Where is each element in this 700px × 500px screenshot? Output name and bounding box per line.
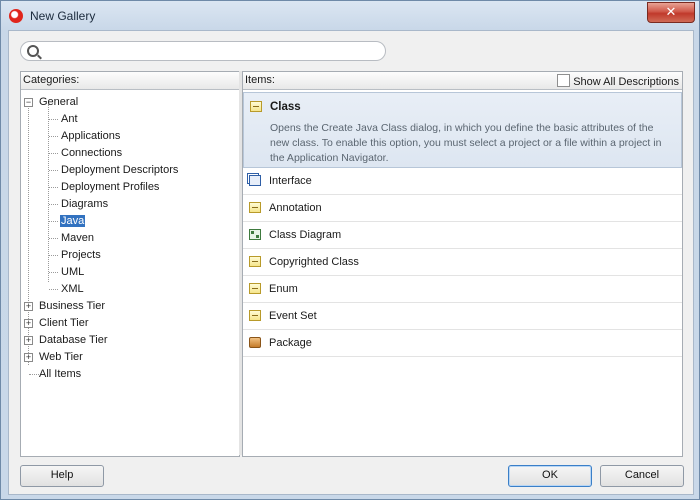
expand-icon[interactable]: + xyxy=(24,336,33,345)
tree-label: Deployment Descriptors xyxy=(61,164,179,176)
tree-label: General xyxy=(39,96,79,108)
class-diagram-icon xyxy=(249,229,261,240)
class-icon xyxy=(249,310,261,321)
item-label: Class Diagram xyxy=(269,229,342,241)
new-gallery-dialog: New Gallery ✕ Categories: − General Ant … xyxy=(0,0,700,500)
search-icon xyxy=(27,45,39,57)
categories-header: Categories: xyxy=(21,72,239,90)
package-icon xyxy=(249,337,261,348)
item-label: Annotation xyxy=(269,202,322,214)
tree-node-business-tier[interactable]: + Business Tier xyxy=(24,298,105,314)
collapse-icon[interactable]: − xyxy=(24,98,33,107)
item-interface[interactable]: Interface xyxy=(243,168,682,195)
item-package[interactable]: Package xyxy=(243,330,682,357)
tree-node-connections[interactable]: Connections xyxy=(49,145,122,161)
tree-label: All Items xyxy=(39,368,82,380)
expand-icon[interactable]: + xyxy=(24,302,33,311)
item-annotation[interactable]: Annotation xyxy=(243,195,682,222)
tree-node-xml[interactable]: XML xyxy=(49,281,84,297)
oracle-app-icon xyxy=(9,9,23,23)
tree-node-java[interactable]: Java xyxy=(49,213,86,229)
window-title: New Gallery xyxy=(30,9,96,23)
items-header: Items: Show All Descriptions xyxy=(243,72,682,90)
tree-node-maven[interactable]: Maven xyxy=(49,230,94,246)
item-class-selected[interactable]: Class Opens the Create Java Class dialog… xyxy=(243,92,682,168)
item-enum[interactable]: Enum xyxy=(243,276,682,303)
title-bar: New Gallery ✕ xyxy=(1,1,699,31)
item-class-diagram[interactable]: Class Diagram xyxy=(243,222,682,249)
class-icon xyxy=(249,202,261,213)
tree-node-all-items[interactable]: All Items xyxy=(24,366,81,382)
tree-node-web-tier[interactable]: + Web Tier xyxy=(24,349,83,365)
expand-icon[interactable]: + xyxy=(24,319,33,328)
tree-label: XML xyxy=(61,283,84,295)
item-description: Opens the Create Java Class dialog, in w… xyxy=(270,122,662,164)
tree-label: Database Tier xyxy=(39,334,108,346)
interface-icon xyxy=(249,175,261,186)
tree-node-projects[interactable]: Projects xyxy=(49,247,101,263)
tree-label: Deployment Profiles xyxy=(61,181,160,193)
categories-panel: Categories: − General Ant Applications C… xyxy=(20,71,240,457)
tree-node-uml[interactable]: UML xyxy=(49,264,84,280)
tree-node-deployment-descriptors[interactable]: Deployment Descriptors xyxy=(49,162,178,178)
item-label: Enum xyxy=(269,283,298,295)
ok-button[interactable]: OK xyxy=(508,465,592,487)
tree-label: Maven xyxy=(61,232,95,244)
items-panel: Items: Show All Descriptions Class Opens… xyxy=(242,71,683,457)
tree-node-database-tier[interactable]: + Database Tier xyxy=(24,332,107,348)
tree-label: Business Tier xyxy=(39,300,106,312)
tree-label: Web Tier xyxy=(39,351,83,363)
tree-label: Diagrams xyxy=(61,198,109,210)
close-button[interactable]: ✕ xyxy=(647,2,695,23)
show-all-descriptions[interactable]: Show All Descriptions xyxy=(557,74,679,88)
tree-node-applications[interactable]: Applications xyxy=(49,128,120,144)
item-label: Event Set xyxy=(269,310,317,322)
item-label: Class xyxy=(270,101,301,113)
tree-label: Ant xyxy=(61,113,78,125)
tree-label: UML xyxy=(61,266,85,278)
item-label: Package xyxy=(269,337,312,349)
tree-node-deployment-profiles[interactable]: Deployment Profiles xyxy=(49,179,159,195)
tree-label: Client Tier xyxy=(39,317,89,329)
item-event-set[interactable]: Event Set xyxy=(243,303,682,330)
show-all-label: Show All Descriptions xyxy=(573,76,679,88)
class-icon xyxy=(249,256,261,267)
items-header-label: Items: xyxy=(245,74,275,86)
item-copyrighted-class[interactable]: Copyrighted Class xyxy=(243,249,682,276)
expand-icon[interactable]: + xyxy=(24,353,33,362)
tree-label: Projects xyxy=(61,249,101,261)
tree-label: Connections xyxy=(61,147,123,159)
cancel-button[interactable]: Cancel xyxy=(600,465,684,487)
tree-label: Applications xyxy=(61,130,121,142)
search-box[interactable] xyxy=(20,41,386,61)
tree-node-diagrams[interactable]: Diagrams xyxy=(49,196,108,212)
dialog-body: Categories: − General Ant Applications C… xyxy=(8,30,694,495)
tree-label-selected: Java xyxy=(60,215,86,227)
class-icon xyxy=(250,101,262,112)
item-label: Copyrighted Class xyxy=(269,256,359,268)
show-all-checkbox[interactable] xyxy=(557,74,571,87)
tree-node-client-tier[interactable]: + Client Tier xyxy=(24,315,89,331)
help-button[interactable]: Help xyxy=(20,465,104,487)
class-icon xyxy=(249,283,261,294)
tree-node-general[interactable]: − General xyxy=(24,94,78,110)
item-label: Interface xyxy=(269,175,312,187)
tree-node-ant[interactable]: Ant xyxy=(49,111,78,127)
search-input[interactable] xyxy=(43,43,377,59)
